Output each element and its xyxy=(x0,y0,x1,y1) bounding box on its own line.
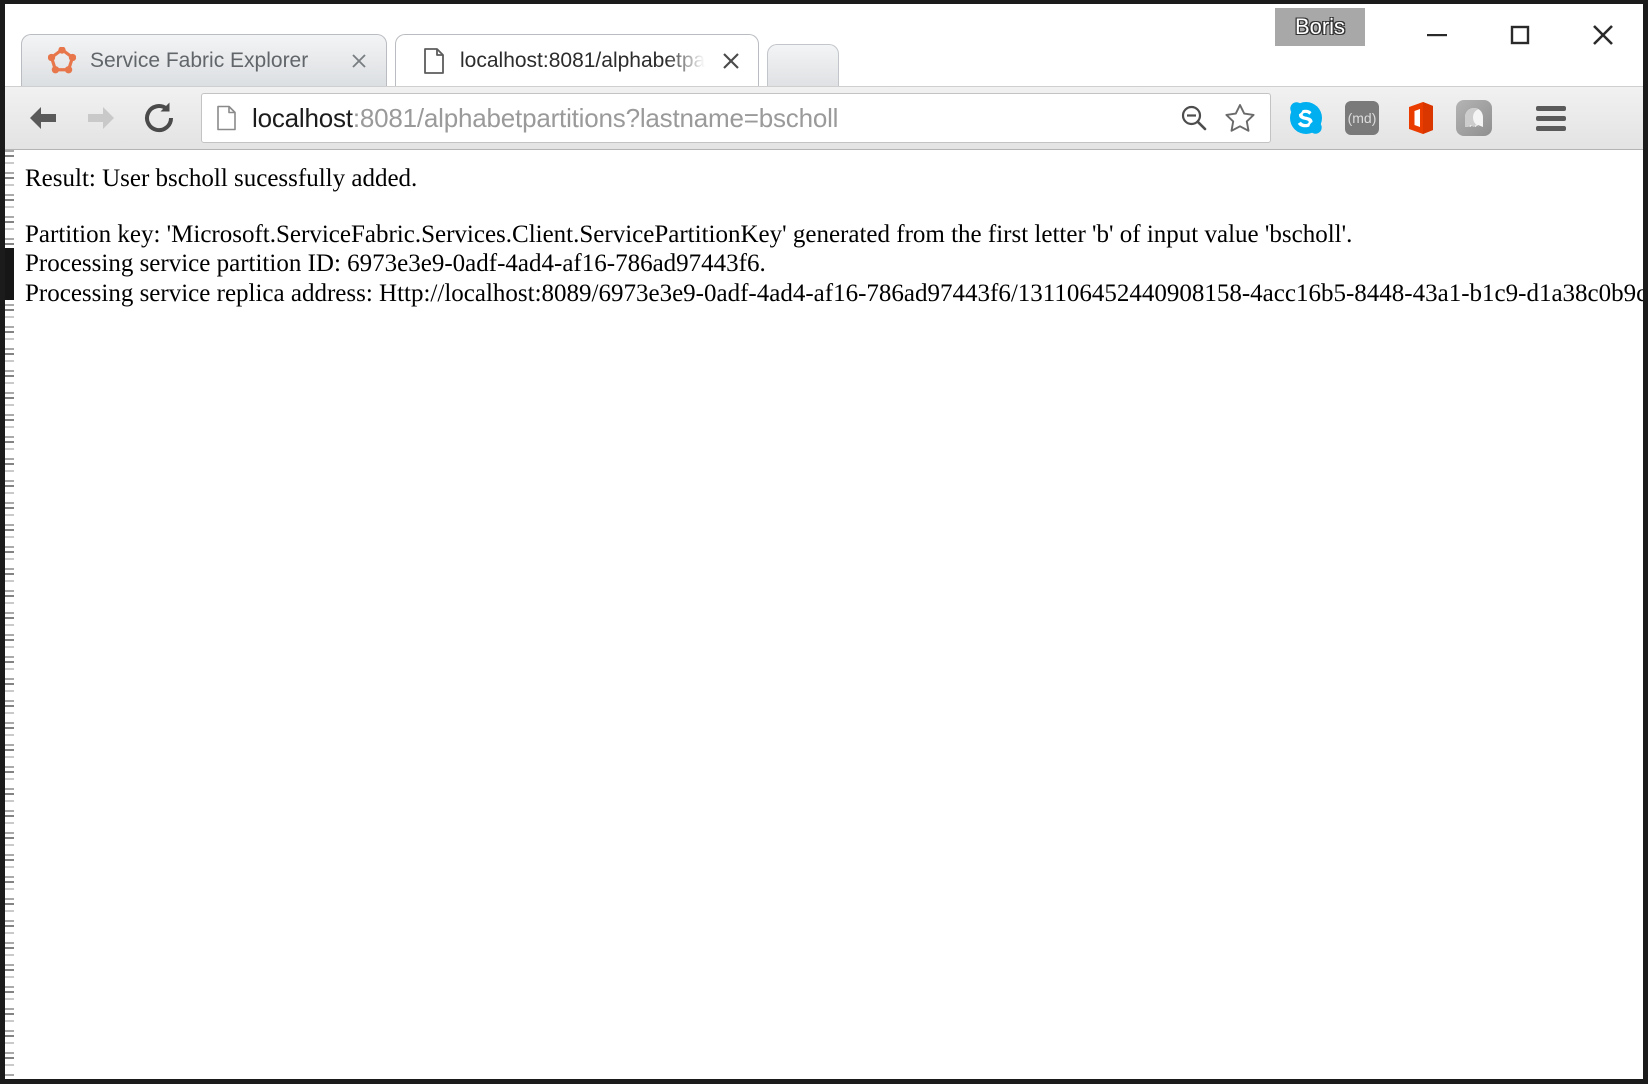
address-bar-actions xyxy=(1174,94,1260,142)
partition-key-line: Partition key: 'Microsoft.ServiceFabric.… xyxy=(25,220,1353,248)
replica-address-line: Processing service replica address: Http… xyxy=(25,279,1643,307)
result-line: Result: User bscholl sucessfully added. xyxy=(25,165,418,192)
office-extension[interactable] xyxy=(1399,99,1437,137)
window-frame-bottom xyxy=(0,1079,1648,1084)
ghostery-extension-glyph xyxy=(1456,100,1492,136)
menu-line xyxy=(1536,105,1566,111)
markdown-extension-label: (md) xyxy=(1345,101,1379,135)
address-bar[interactable]: localhost:8081/alphabetpartitions?lastna… xyxy=(201,93,1271,143)
forward-arrow-icon xyxy=(73,90,129,146)
url-path: :8081/alphabetpartitions?lastname=bschol… xyxy=(352,102,839,133)
tab-close-icon[interactable] xyxy=(346,48,372,74)
page-document-icon xyxy=(422,47,446,75)
address-bar-text: localhost:8081/alphabetpartitions?lastna… xyxy=(252,103,838,134)
url-host: localhost xyxy=(252,102,353,133)
zoom-out-magnifier-icon[interactable] xyxy=(1174,98,1214,138)
menu-line xyxy=(1536,125,1566,131)
markdown-extension[interactable]: (md) xyxy=(1343,99,1381,137)
browser-window: Boris Service Fabric Explorer localhost:… xyxy=(0,0,1648,1084)
menu-line xyxy=(1536,115,1566,121)
tab-title: Service Fabric Explorer xyxy=(90,48,309,72)
skype-extension[interactable] xyxy=(1287,99,1325,137)
partition-id-line: Processing service partition ID: 6973e3e… xyxy=(25,250,766,277)
extension-bar: (md) xyxy=(1287,98,1571,138)
tab-strip: Service Fabric Explorer localhost:8081/a… xyxy=(5,34,1643,86)
reload-icon[interactable] xyxy=(131,90,187,146)
window-frame-right xyxy=(1643,0,1648,1084)
ghostery-extension[interactable] xyxy=(1455,99,1493,137)
hamburger-menu-icon[interactable] xyxy=(1531,98,1571,138)
new-tab-button[interactable] xyxy=(767,44,839,86)
browser-toolbar: localhost:8081/alphabetpartitions?lastna… xyxy=(5,86,1643,150)
tab-service-fabric-explorer[interactable]: Service Fabric Explorer xyxy=(21,34,387,86)
page-document-icon xyxy=(216,105,238,131)
page-viewport: Result: User bscholl sucessfully added. … xyxy=(5,150,1643,1079)
tab-close-icon[interactable] xyxy=(718,48,744,74)
viewport-left-margin xyxy=(14,150,18,1079)
page-content: Result: User bscholl sucessfully added. … xyxy=(5,150,1643,308)
back-arrow-icon[interactable] xyxy=(15,90,71,146)
service-fabric-icon xyxy=(47,45,77,75)
tab-title: localhost:8081/alphabetpa xyxy=(460,48,706,72)
star-icon[interactable] xyxy=(1220,98,1260,138)
tab-alphabetpartitions[interactable]: localhost:8081/alphabetpa xyxy=(395,34,759,86)
